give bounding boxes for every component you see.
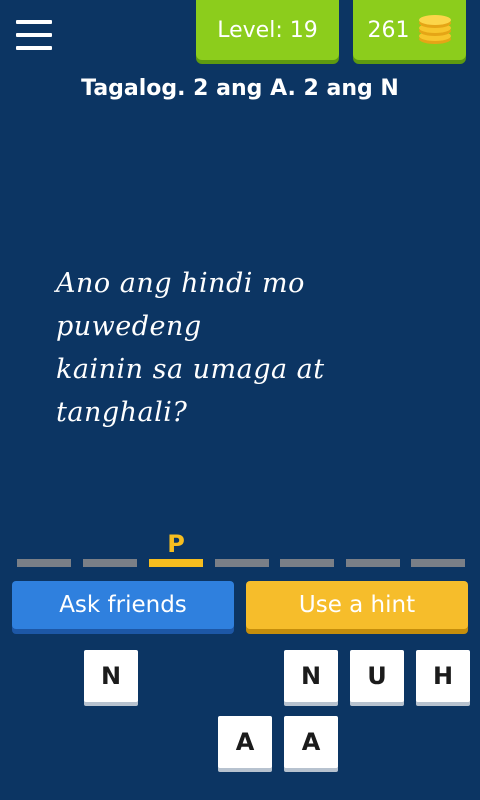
use-hint-button[interactable]: Use a hint (246, 581, 468, 629)
answer-slot-line (411, 559, 465, 567)
level-text: Level: 19 (217, 17, 318, 43)
letter-tile[interactable]: U (350, 650, 404, 702)
answer-slot-line (280, 559, 334, 567)
coins-count: 261 (367, 17, 410, 43)
letter-tile[interactable]: H (416, 650, 470, 702)
answer-slot-1[interactable] (17, 528, 71, 568)
answer-slot-line (215, 559, 269, 567)
answer-slot-letter: P (167, 530, 185, 558)
answer-slot-7[interactable] (411, 528, 465, 568)
menu-bar-top (16, 20, 52, 24)
riddle-line-1: Ano ang hindi mo puwedeng (56, 268, 305, 342)
letter-tile[interactable]: A (218, 716, 272, 768)
letter-tile[interactable]: N (284, 650, 338, 702)
menu-icon[interactable] (16, 20, 54, 54)
game-screen: Level: 19 261 Tagalog. 2 ang A. 2 ang N … (0, 0, 480, 800)
coins-badge[interactable]: 261 (353, 0, 466, 60)
answer-slots: P (17, 528, 467, 572)
answer-slot-3[interactable]: P (149, 528, 203, 568)
riddle-line-2: kainin sa umaga at tanghali? (56, 354, 325, 428)
category-title: Tagalog. 2 ang A. 2 ang N (81, 76, 399, 101)
menu-bar-middle (16, 33, 52, 37)
answer-slot-6[interactable] (346, 528, 400, 568)
letter-tile[interactable]: N (84, 650, 138, 702)
answer-slot-line (83, 559, 137, 567)
level-badge: Level: 19 (196, 0, 339, 60)
letter-tile[interactable]: A (284, 716, 338, 768)
answer-slot-line (17, 559, 71, 567)
riddle-text: Ano ang hindi mo puwedeng kainin sa umag… (56, 262, 456, 434)
answer-slot-line (149, 559, 203, 567)
coin-stack-icon (418, 15, 451, 44)
menu-bar-bottom (16, 46, 52, 50)
answer-slot-line (346, 559, 400, 567)
answer-slot-4[interactable] (215, 528, 269, 568)
ask-friends-button[interactable]: Ask friends (12, 581, 234, 629)
answer-slot-5[interactable] (280, 528, 334, 568)
answer-slot-2[interactable] (83, 528, 137, 568)
